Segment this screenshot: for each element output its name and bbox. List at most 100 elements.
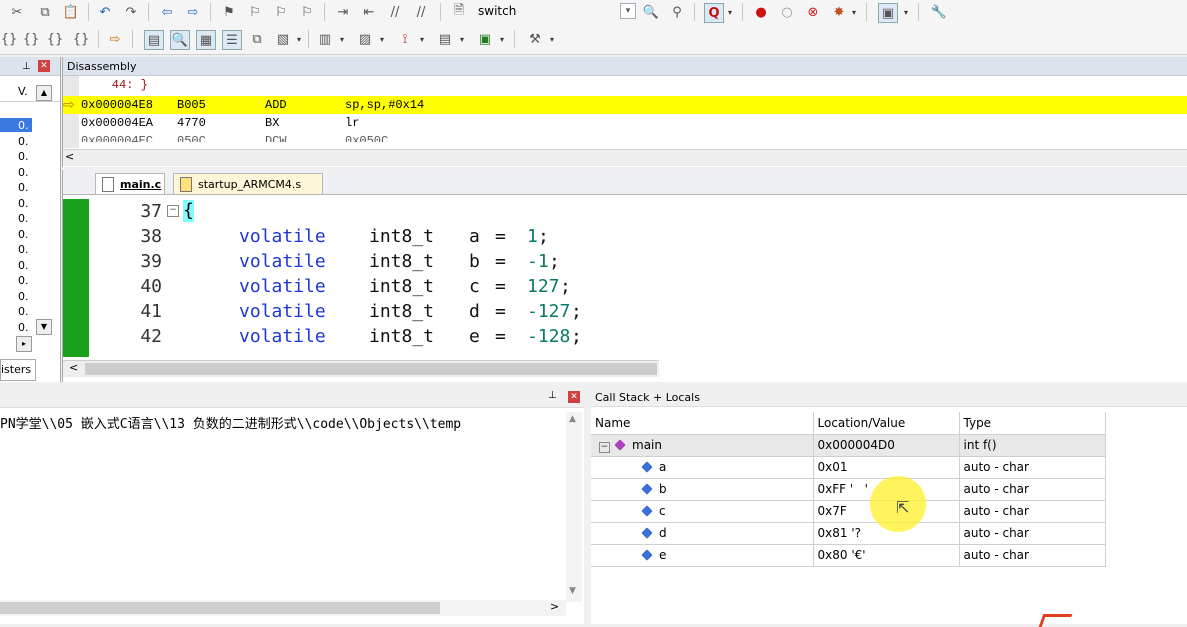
window-layout-icon[interactable]: ▣ bbox=[878, 3, 898, 23]
disassembly-row[interactable]: 0x000004EA 4770 BX lr bbox=[63, 114, 1187, 132]
register-value[interactable]: 0. bbox=[18, 243, 34, 256]
step-out-icon[interactable]: {} bbox=[46, 30, 64, 48]
serial-dropdown-icon[interactable]: ▾ bbox=[380, 35, 384, 44]
redo-icon[interactable]: ↷ bbox=[122, 3, 140, 21]
local-value-cell[interactable]: 0x80 '€' bbox=[813, 544, 960, 567]
code-line[interactable]: 39 volatile int8_t b -1 =; bbox=[63, 249, 1163, 274]
command-pin-icon[interactable]: ⊥ bbox=[548, 390, 557, 401]
disassembly-row[interactable]: 0x000004EC 050C DCW 0x050C bbox=[63, 132, 1187, 150]
unindent-icon[interactable]: ⇤ bbox=[360, 3, 378, 21]
command-hscroll[interactable]: > bbox=[0, 600, 566, 616]
paste-icon[interactable]: 📋 bbox=[62, 3, 80, 21]
command-hscroll-thumb[interactable] bbox=[0, 602, 440, 614]
step-icon[interactable]: {} bbox=[0, 30, 18, 48]
bookmark-toggle-icon[interactable]: ⚑ bbox=[220, 3, 238, 21]
disassembly-row[interactable]: ⇨ 0x000004E8 B005 ADD sp,sp,#0x14 bbox=[63, 96, 1187, 114]
memory-dropdown-icon[interactable]: ▾ bbox=[340, 35, 344, 44]
pin-icon[interactable]: ⊥ bbox=[22, 57, 31, 76]
register-value[interactable]: 0. bbox=[18, 274, 34, 287]
scroll-up-icon[interactable]: ▲ bbox=[36, 85, 52, 101]
toolbox-dropdown-icon[interactable]: ▾ bbox=[550, 35, 554, 44]
command-scroll-down-icon[interactable]: ▼ bbox=[569, 586, 576, 596]
bookmark-prev-icon[interactable]: ⚐ bbox=[246, 3, 264, 21]
trace-window-icon[interactable]: ▤ bbox=[436, 30, 454, 48]
comment-icon[interactable]: // bbox=[386, 3, 404, 21]
debug-session-icon[interactable]: Q bbox=[704, 3, 724, 23]
incremental-find-icon[interactable]: ⚲ bbox=[668, 3, 686, 21]
collapse-icon[interactable]: − bbox=[599, 441, 610, 453]
local-variable-row[interactable]: e 0x80 '€' auto - char bbox=[591, 544, 1106, 567]
command-close-icon[interactable]: ✕ bbox=[568, 391, 580, 403]
register-value[interactable]: 0. bbox=[18, 166, 34, 179]
indent-icon[interactable]: ⇥ bbox=[334, 3, 352, 21]
editor-hscroll[interactable]: < bbox=[63, 360, 659, 377]
system-viewer-dropdown-icon[interactable]: ▾ bbox=[500, 35, 504, 44]
tab-startup-armcm4-s[interactable]: startup_ARMCM4.s bbox=[173, 173, 323, 194]
command-vscroll[interactable]: ▲ ▼ bbox=[566, 412, 582, 602]
analysis-dropdown-icon[interactable]: ▾ bbox=[420, 35, 424, 44]
close-icon[interactable]: ✕ bbox=[38, 60, 50, 72]
breakpoint-dropdown-icon[interactable]: ▾ bbox=[852, 8, 856, 17]
column-name[interactable]: Name bbox=[591, 412, 814, 435]
register-value[interactable]: 0. bbox=[18, 197, 34, 210]
register-value[interactable]: 0. bbox=[18, 290, 34, 303]
scroll-right-icon[interactable]: ▸ bbox=[16, 336, 32, 352]
breakpoint-kill-icon[interactable]: ✸ bbox=[830, 3, 848, 21]
register-value[interactable]: 0. bbox=[18, 212, 34, 225]
code-line[interactable]: 40 volatile int8_t c 127 =; bbox=[63, 274, 1163, 299]
fold-toggle-icon[interactable]: − bbox=[167, 205, 179, 217]
find-in-files-icon[interactable]: 🗎 bbox=[450, 3, 468, 21]
code-line[interactable]: 38 volatile int8_t a 1 =; bbox=[63, 224, 1163, 249]
register-value[interactable]: 0. bbox=[18, 119, 34, 132]
local-variable-row[interactable]: c 0x7F auto - char bbox=[591, 500, 1106, 523]
watch-window-icon[interactable]: ▧ bbox=[274, 30, 292, 48]
scroll-left-icon[interactable]: < bbox=[65, 150, 74, 163]
watch-dropdown-icon[interactable]: ▾ bbox=[297, 35, 301, 44]
cut-icon[interactable]: ✂ bbox=[8, 3, 26, 21]
column-type[interactable]: Type bbox=[959, 412, 1106, 435]
find-icon[interactable]: 🔍 bbox=[642, 3, 660, 21]
disassembly-window-icon[interactable]: 🔍 bbox=[170, 30, 190, 50]
copy-icon[interactable]: ⧉ bbox=[36, 3, 54, 21]
register-value[interactable]: 0. bbox=[18, 150, 34, 163]
editor-scroll-left-icon[interactable]: < bbox=[69, 361, 78, 374]
registers-window-icon[interactable]: ☰ bbox=[222, 30, 242, 50]
nav-forward-icon[interactable]: ⇨ bbox=[184, 3, 202, 21]
register-value[interactable]: 0. bbox=[18, 181, 34, 194]
tab-main-c[interactable]: main.c bbox=[95, 173, 165, 194]
callstack-frame-row[interactable]: − main 0x000004D0 int f() bbox=[591, 434, 1106, 457]
register-value[interactable]: 0. bbox=[18, 259, 34, 272]
editor-hscroll-thumb[interactable] bbox=[85, 363, 657, 375]
uncomment-icon[interactable]: // bbox=[412, 3, 430, 21]
symbols-window-icon[interactable]: ▦ bbox=[196, 30, 216, 50]
analysis-window-icon[interactable]: ⟟ bbox=[396, 30, 414, 48]
toolbox-icon[interactable]: ⚒ bbox=[526, 30, 544, 48]
breakpoint-clear-icon[interactable]: ⊗ bbox=[804, 3, 822, 21]
scroll-down-icon[interactable]: ▼ bbox=[36, 319, 52, 335]
undo-icon[interactable]: ↶ bbox=[96, 3, 114, 21]
local-value-cell[interactable]: 0x000004D0 bbox=[813, 434, 960, 457]
command-window-icon[interactable]: ▤ bbox=[144, 30, 164, 50]
debug-dropdown-icon[interactable]: ▾ bbox=[728, 8, 732, 17]
code-line[interactable]: 37−{ bbox=[63, 199, 1163, 224]
window-layout-dropdown-icon[interactable]: ▾ bbox=[904, 8, 908, 17]
bookmark-clear-icon[interactable]: ⚐ bbox=[298, 3, 316, 21]
breakpoint-insert-icon[interactable]: ● bbox=[752, 3, 770, 21]
register-value[interactable]: 0. bbox=[18, 135, 34, 148]
call-stack-window-icon[interactable]: ⧉ bbox=[248, 30, 266, 48]
column-location-value[interactable]: Location/Value bbox=[813, 412, 960, 435]
memory-window-icon[interactable]: ▥ bbox=[316, 30, 334, 48]
target-combo[interactable]: switch bbox=[474, 2, 634, 20]
nav-back-icon[interactable]: ⇦ bbox=[158, 3, 176, 21]
trace-dropdown-icon[interactable]: ▾ bbox=[460, 35, 464, 44]
target-dropdown-icon[interactable]: ▾ bbox=[620, 3, 636, 19]
system-viewer-icon[interactable]: ▣ bbox=[476, 30, 494, 48]
breakpoint-disable-icon[interactable]: ○ bbox=[778, 3, 796, 21]
local-value-cell[interactable]: 0x01 bbox=[813, 456, 960, 479]
serial-window-icon[interactable]: ▨ bbox=[356, 30, 374, 48]
command-scroll-up-icon[interactable]: ▲ bbox=[569, 414, 576, 424]
run-to-cursor-icon[interactable]: {} bbox=[72, 30, 90, 48]
register-value[interactable]: 0. bbox=[18, 305, 34, 318]
configure-icon[interactable]: 🔧 bbox=[930, 3, 948, 21]
register-value[interactable]: 0. bbox=[18, 321, 34, 334]
